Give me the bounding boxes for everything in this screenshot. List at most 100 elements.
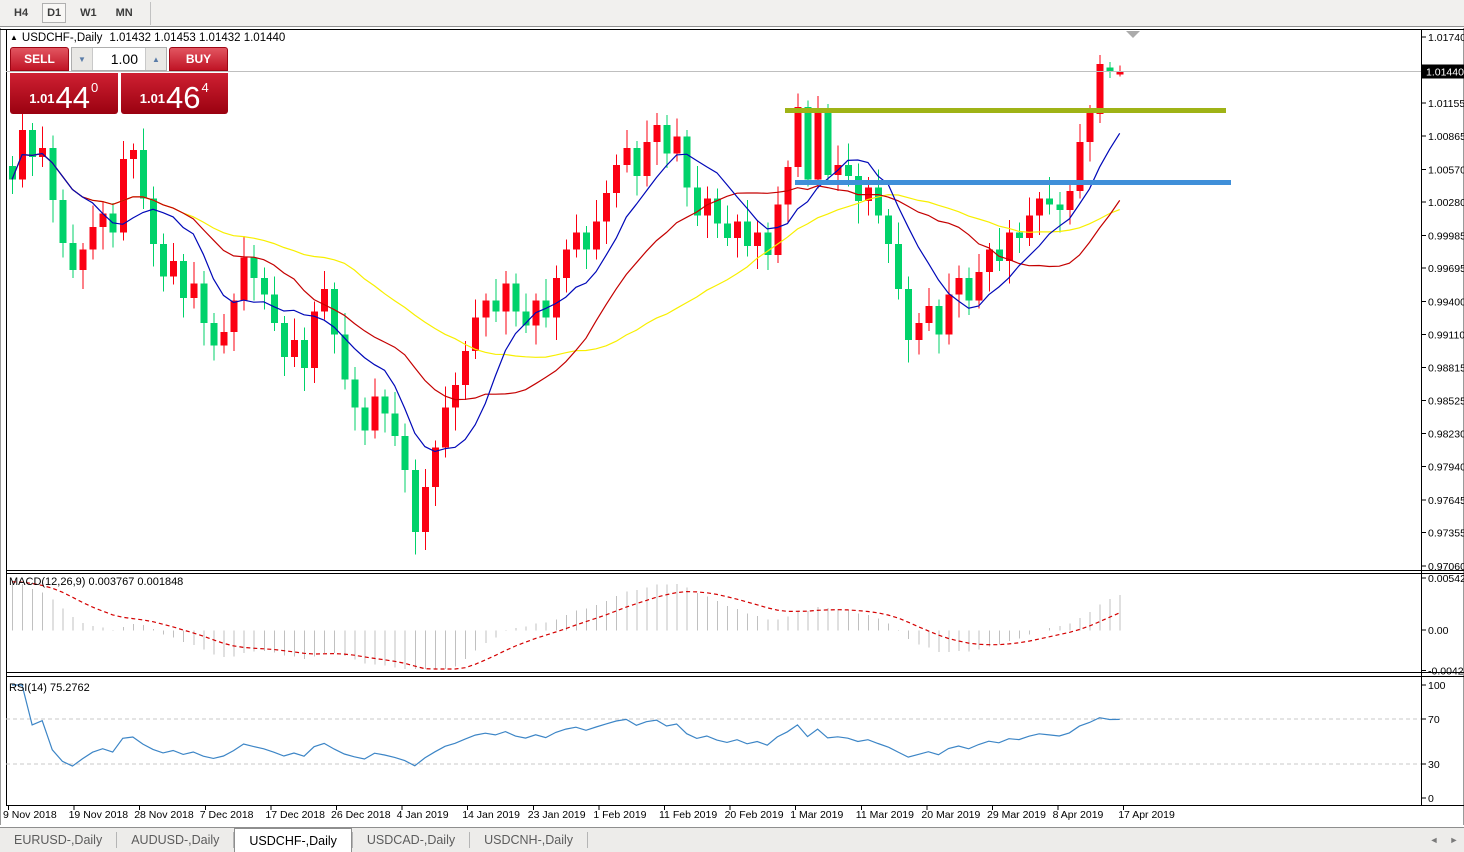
candle-body — [925, 306, 932, 323]
buy-price-sup: 4 — [202, 80, 209, 95]
resistance-trendline[interactable] — [785, 108, 1226, 113]
candle-body — [462, 351, 469, 385]
candle-body — [513, 283, 520, 311]
candle-body — [643, 142, 650, 176]
candle-body — [976, 272, 983, 300]
candle-body — [1056, 204, 1063, 210]
rsi-indicator-label: RSI(14) 75.2762 — [9, 682, 90, 694]
candle-body — [734, 221, 741, 238]
price-axis-label: 1.01740 — [1428, 32, 1464, 44]
volume-input[interactable]: 1.00 — [93, 48, 145, 70]
rsi-name: RSI(14) 75.2762 — [9, 682, 90, 694]
candle-body — [845, 165, 852, 176]
candle-body — [1026, 216, 1033, 239]
date-axis-label: 14 Jan 2019 — [462, 809, 520, 821]
candle-body — [150, 199, 157, 244]
rsi-axis-label: 100 — [1428, 680, 1446, 692]
candle-body — [553, 278, 560, 318]
chart-tab-audusd[interactable]: AUDUSD-,Daily — [117, 828, 233, 852]
candle-body — [79, 250, 86, 270]
tab-scroll-right-icon[interactable]: ► — [1444, 828, 1464, 852]
date-axis-label: 1 Mar 2019 — [790, 809, 843, 821]
volume-decrease-button[interactable]: ▼ — [72, 48, 93, 70]
candle-body — [724, 224, 731, 239]
sell-price-big: 44 — [56, 85, 90, 111]
candle-body — [140, 150, 147, 199]
candle-body — [794, 107, 801, 167]
sell-button[interactable]: SELL — [10, 47, 69, 71]
candle-body — [895, 244, 902, 289]
candle-body — [160, 244, 167, 277]
timeframe-button-h4[interactable]: H4 — [9, 3, 33, 23]
candle-body — [573, 233, 580, 250]
candle-body — [472, 317, 479, 351]
support-trendline[interactable] — [795, 180, 1231, 185]
candle-body — [251, 257, 258, 277]
timeframe-button-mn[interactable]: MN — [111, 3, 138, 23]
candle-body — [271, 295, 278, 323]
candle-body — [482, 300, 489, 317]
candle-body — [130, 150, 137, 159]
candle-body — [492, 300, 499, 311]
candle-body — [261, 278, 268, 295]
buy-price-base: 1.01 — [140, 91, 165, 106]
collapse-triangle-icon[interactable]: ▲ — [10, 33, 18, 42]
macd-indicator-label: MACD(12,26,9) 0.003767 0.001848 — [9, 576, 183, 588]
date-axis-label: 29 Mar 2019 — [987, 809, 1046, 821]
tab-scroll-left-icon[interactable]: ◄ — [1424, 828, 1444, 852]
price-axis-label: 0.97645 — [1428, 495, 1464, 507]
rsi-line — [12, 685, 1120, 766]
date-axis-label: 7 Dec 2018 — [200, 809, 254, 821]
timeframe-button-d1[interactable]: D1 — [42, 3, 66, 23]
macd-axis-label: -0.004217 — [1428, 665, 1464, 677]
candle-body — [301, 340, 308, 368]
price-axis-label: 0.97940 — [1428, 462, 1464, 474]
date-axis-label: 19 Nov 2018 — [69, 809, 129, 821]
buy-button[interactable]: BUY — [169, 47, 228, 71]
candle-body — [613, 165, 620, 193]
sell-price-sup: 0 — [91, 80, 98, 95]
candle-body — [442, 408, 449, 448]
price-axis-label: 1.00570 — [1428, 164, 1464, 176]
candle-body — [603, 193, 610, 221]
candle-body — [311, 312, 318, 369]
candle-body — [805, 107, 812, 179]
date-axis-label: 20 Mar 2019 — [921, 809, 980, 821]
candle-body — [664, 125, 671, 153]
rsi-axis-label: 0 — [1428, 793, 1434, 805]
candle-body — [502, 283, 509, 311]
candle-body — [1086, 112, 1093, 143]
price-axis-label: 0.97355 — [1428, 528, 1464, 540]
chart-tab-usdcad[interactable]: USDCAD-,Daily — [353, 828, 469, 852]
one-click-trading-panel: SELL ▼ 1.00 ▲ BUY 1.01 44 0 1.01 46 4 — [10, 47, 228, 114]
candle-body — [1066, 191, 1073, 210]
macd-axis-label: 0.005429 — [1428, 573, 1464, 585]
price-axis-label: 0.99110 — [1428, 329, 1464, 341]
chart-tab-usdcnh[interactable]: USDCNH-,Daily — [470, 828, 587, 852]
price-axis-label: 0.98230 — [1428, 429, 1464, 441]
buy-price-big: 46 — [166, 85, 200, 111]
price-axis-label: 0.99985 — [1428, 230, 1464, 242]
chart-canvas[interactable]: 1.014401.017401.011551.008651.005701.002… — [0, 0, 1464, 852]
candle-body — [744, 221, 751, 246]
candle-body — [392, 413, 399, 436]
toolbar-separator — [150, 2, 151, 25]
chart-shift-marker-icon[interactable] — [1126, 31, 1140, 38]
candle-body — [29, 130, 36, 157]
candle-body — [1006, 233, 1013, 261]
sell-price-box[interactable]: 1.01 44 0 — [10, 73, 118, 114]
candle-body — [915, 323, 922, 340]
candle-body — [905, 289, 912, 340]
buy-price-box[interactable]: 1.01 46 4 — [121, 73, 229, 114]
volume-increase-button[interactable]: ▲ — [145, 48, 166, 70]
date-axis-label: 17 Apr 2019 — [1118, 809, 1175, 821]
candle-body — [563, 250, 570, 278]
chart-tab-usdchf[interactable]: USDCHF-,Daily — [234, 828, 352, 852]
timeframe-button-w1[interactable]: W1 — [75, 3, 102, 23]
chart-tab-eurusd[interactable]: EURUSD-,Daily — [0, 828, 116, 852]
chart-symbol-label: USDCHF-,Daily — [22, 32, 103, 44]
price-axis-label: 1.01155 — [1428, 98, 1464, 110]
mt4-window: H4D1W1MN 1.014401.017401.011551.008651.0… — [0, 0, 1464, 852]
date-axis-label: 17 Dec 2018 — [265, 809, 325, 821]
rsi-axis-label: 70 — [1428, 714, 1440, 726]
